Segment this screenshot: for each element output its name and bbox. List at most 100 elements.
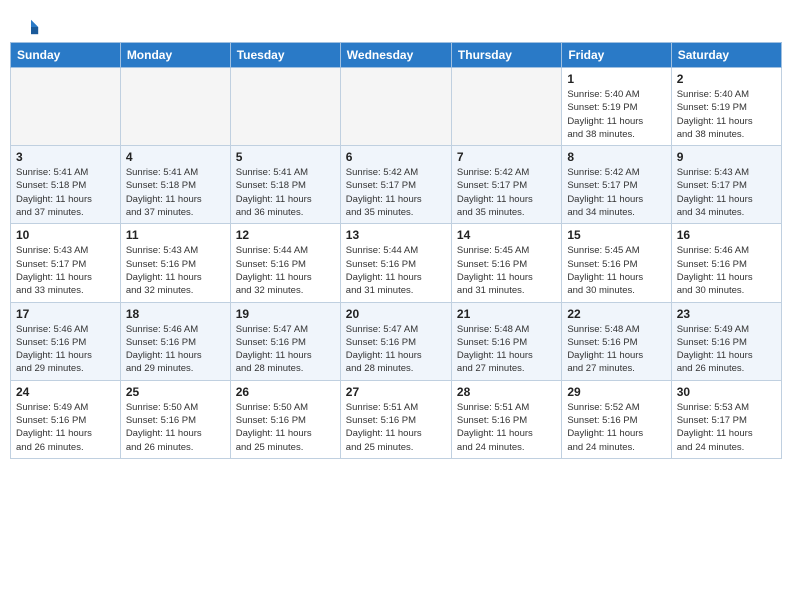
day-info: Sunrise: 5:49 AM Sunset: 5:16 PM Dayligh…: [16, 401, 115, 454]
week-row-2: 3 Sunrise: 5:41 AM Sunset: 5:18 PM Daylig…: [11, 146, 782, 224]
day-number: 7: [457, 150, 556, 164]
day-info: Sunrise: 5:41 AM Sunset: 5:18 PM Dayligh…: [16, 166, 115, 219]
calendar-cell: 1Sunrise: 5:40 AM Sunset: 5:19 PM Daylig…: [562, 68, 671, 146]
week-row-4: 17 Sunrise: 5:46 AM Sunset: 5:16 PM Dayli…: [11, 302, 782, 380]
day-number: 30: [677, 385, 776, 399]
day-number: 19: [236, 307, 335, 321]
calendar-cell: 9 Sunrise: 5:43 AM Sunset: 5:17 PM Daylig…: [671, 146, 781, 224]
weekday-header-friday: Friday: [562, 43, 671, 68]
weekday-header-wednesday: Wednesday: [340, 43, 451, 68]
day-number: 6: [346, 150, 446, 164]
calendar-cell: 29 Sunrise: 5:52 AM Sunset: 5:16 PM Dayli…: [562, 380, 671, 458]
calendar-cell: 5 Sunrise: 5:41 AM Sunset: 5:18 PM Daylig…: [230, 146, 340, 224]
day-info: Sunrise: 5:43 AM Sunset: 5:16 PM Dayligh…: [126, 244, 225, 297]
day-number: 18: [126, 307, 225, 321]
day-number: 20: [346, 307, 446, 321]
calendar-cell: 3 Sunrise: 5:41 AM Sunset: 5:18 PM Daylig…: [11, 146, 121, 224]
day-info: Sunrise: 5:48 AM Sunset: 5:16 PM Dayligh…: [567, 323, 665, 376]
day-number: 27: [346, 385, 446, 399]
day-number: 26: [236, 385, 335, 399]
calendar-cell: 17 Sunrise: 5:46 AM Sunset: 5:16 PM Dayli…: [11, 302, 121, 380]
day-number: 22: [567, 307, 665, 321]
day-number: 8: [567, 150, 665, 164]
day-info: Sunrise: 5:40 AM Sunset: 5:19 PM Dayligh…: [567, 88, 665, 141]
day-info: Sunrise: 5:51 AM Sunset: 5:16 PM Dayligh…: [346, 401, 446, 454]
week-row-1: 1Sunrise: 5:40 AM Sunset: 5:19 PM Daylig…: [11, 68, 782, 146]
day-number: 14: [457, 228, 556, 242]
day-info: Sunrise: 5:47 AM Sunset: 5:16 PM Dayligh…: [346, 323, 446, 376]
day-number: 10: [16, 228, 115, 242]
day-info: Sunrise: 5:45 AM Sunset: 5:16 PM Dayligh…: [457, 244, 556, 297]
day-info: Sunrise: 5:49 AM Sunset: 5:16 PM Dayligh…: [677, 323, 776, 376]
calendar-cell: 25 Sunrise: 5:50 AM Sunset: 5:16 PM Dayli…: [120, 380, 230, 458]
weekday-header-thursday: Thursday: [451, 43, 561, 68]
day-info: Sunrise: 5:46 AM Sunset: 5:16 PM Dayligh…: [16, 323, 115, 376]
calendar-cell: [11, 68, 121, 146]
day-info: Sunrise: 5:47 AM Sunset: 5:16 PM Dayligh…: [236, 323, 335, 376]
calendar-cell: 18 Sunrise: 5:46 AM Sunset: 5:16 PM Dayli…: [120, 302, 230, 380]
calendar-cell: 27 Sunrise: 5:51 AM Sunset: 5:16 PM Dayli…: [340, 380, 451, 458]
day-info: Sunrise: 5:44 AM Sunset: 5:16 PM Dayligh…: [346, 244, 446, 297]
week-row-3: 10 Sunrise: 5:43 AM Sunset: 5:17 PM Dayli…: [11, 224, 782, 302]
weekday-header-saturday: Saturday: [671, 43, 781, 68]
day-info: Sunrise: 5:42 AM Sunset: 5:17 PM Dayligh…: [346, 166, 446, 219]
day-number: 13: [346, 228, 446, 242]
day-number: 9: [677, 150, 776, 164]
weekday-header-sunday: Sunday: [11, 43, 121, 68]
calendar-cell: 8Sunrise: 5:42 AM Sunset: 5:17 PM Daylig…: [562, 146, 671, 224]
weekday-header-tuesday: Tuesday: [230, 43, 340, 68]
day-info: Sunrise: 5:46 AM Sunset: 5:16 PM Dayligh…: [126, 323, 225, 376]
calendar-cell: 7 Sunrise: 5:42 AM Sunset: 5:17 PM Daylig…: [451, 146, 561, 224]
calendar-cell: 23 Sunrise: 5:49 AM Sunset: 5:16 PM Dayli…: [671, 302, 781, 380]
day-number: 15: [567, 228, 665, 242]
day-number: 2: [677, 72, 776, 86]
page-header: [0, 0, 792, 42]
day-number: 5: [236, 150, 335, 164]
day-number: 12: [236, 228, 335, 242]
calendar-cell: 28Sunrise: 5:51 AM Sunset: 5:16 PM Dayli…: [451, 380, 561, 458]
day-number: 29: [567, 385, 665, 399]
calendar-wrap: SundayMondayTuesdayWednesdayThursdayFrid…: [0, 42, 792, 469]
day-info: Sunrise: 5:44 AM Sunset: 5:16 PM Dayligh…: [236, 244, 335, 297]
day-number: 16: [677, 228, 776, 242]
day-info: Sunrise: 5:41 AM Sunset: 5:18 PM Dayligh…: [236, 166, 335, 219]
day-info: Sunrise: 5:43 AM Sunset: 5:17 PM Dayligh…: [16, 244, 115, 297]
week-row-5: 24Sunrise: 5:49 AM Sunset: 5:16 PM Dayli…: [11, 380, 782, 458]
day-info: Sunrise: 5:51 AM Sunset: 5:16 PM Dayligh…: [457, 401, 556, 454]
weekday-header-row: SundayMondayTuesdayWednesdayThursdayFrid…: [11, 43, 782, 68]
calendar-cell: [230, 68, 340, 146]
day-info: Sunrise: 5:43 AM Sunset: 5:17 PM Dayligh…: [677, 166, 776, 219]
calendar-cell: 13 Sunrise: 5:44 AM Sunset: 5:16 PM Dayli…: [340, 224, 451, 302]
calendar-cell: 15 Sunrise: 5:45 AM Sunset: 5:16 PM Dayli…: [562, 224, 671, 302]
day-info: Sunrise: 5:50 AM Sunset: 5:16 PM Dayligh…: [126, 401, 225, 454]
calendar-cell: 21 Sunrise: 5:48 AM Sunset: 5:16 PM Dayli…: [451, 302, 561, 380]
day-info: Sunrise: 5:50 AM Sunset: 5:16 PM Dayligh…: [236, 401, 335, 454]
calendar-cell: [120, 68, 230, 146]
day-info: Sunrise: 5:45 AM Sunset: 5:16 PM Dayligh…: [567, 244, 665, 297]
day-info: Sunrise: 5:53 AM Sunset: 5:17 PM Dayligh…: [677, 401, 776, 454]
calendar-cell: 22 Sunrise: 5:48 AM Sunset: 5:16 PM Dayli…: [562, 302, 671, 380]
day-number: 11: [126, 228, 225, 242]
calendar-cell: 11 Sunrise: 5:43 AM Sunset: 5:16 PM Dayli…: [120, 224, 230, 302]
calendar-cell: 20 Sunrise: 5:47 AM Sunset: 5:16 PM Dayli…: [340, 302, 451, 380]
day-info: Sunrise: 5:52 AM Sunset: 5:16 PM Dayligh…: [567, 401, 665, 454]
day-info: Sunrise: 5:48 AM Sunset: 5:16 PM Dayligh…: [457, 323, 556, 376]
logo: [20, 18, 40, 32]
day-info: Sunrise: 5:40 AM Sunset: 5:19 PM Dayligh…: [677, 88, 776, 141]
day-number: 23: [677, 307, 776, 321]
day-info: Sunrise: 5:41 AM Sunset: 5:18 PM Dayligh…: [126, 166, 225, 219]
day-number: 25: [126, 385, 225, 399]
calendar-cell: [340, 68, 451, 146]
day-info: Sunrise: 5:42 AM Sunset: 5:17 PM Dayligh…: [457, 166, 556, 219]
day-number: 17: [16, 307, 115, 321]
day-number: 4: [126, 150, 225, 164]
calendar-table: SundayMondayTuesdayWednesdayThursdayFrid…: [10, 42, 782, 459]
day-number: 21: [457, 307, 556, 321]
calendar-cell: 4 Sunrise: 5:41 AM Sunset: 5:18 PM Daylig…: [120, 146, 230, 224]
calendar-cell: 16Sunrise: 5:46 AM Sunset: 5:16 PM Dayli…: [671, 224, 781, 302]
calendar-cell: 26 Sunrise: 5:50 AM Sunset: 5:16 PM Dayli…: [230, 380, 340, 458]
calendar-cell: 12 Sunrise: 5:44 AM Sunset: 5:16 PM Dayli…: [230, 224, 340, 302]
day-number: 3: [16, 150, 115, 164]
logo-icon: [22, 18, 40, 36]
calendar-cell: 10 Sunrise: 5:43 AM Sunset: 5:17 PM Dayli…: [11, 224, 121, 302]
